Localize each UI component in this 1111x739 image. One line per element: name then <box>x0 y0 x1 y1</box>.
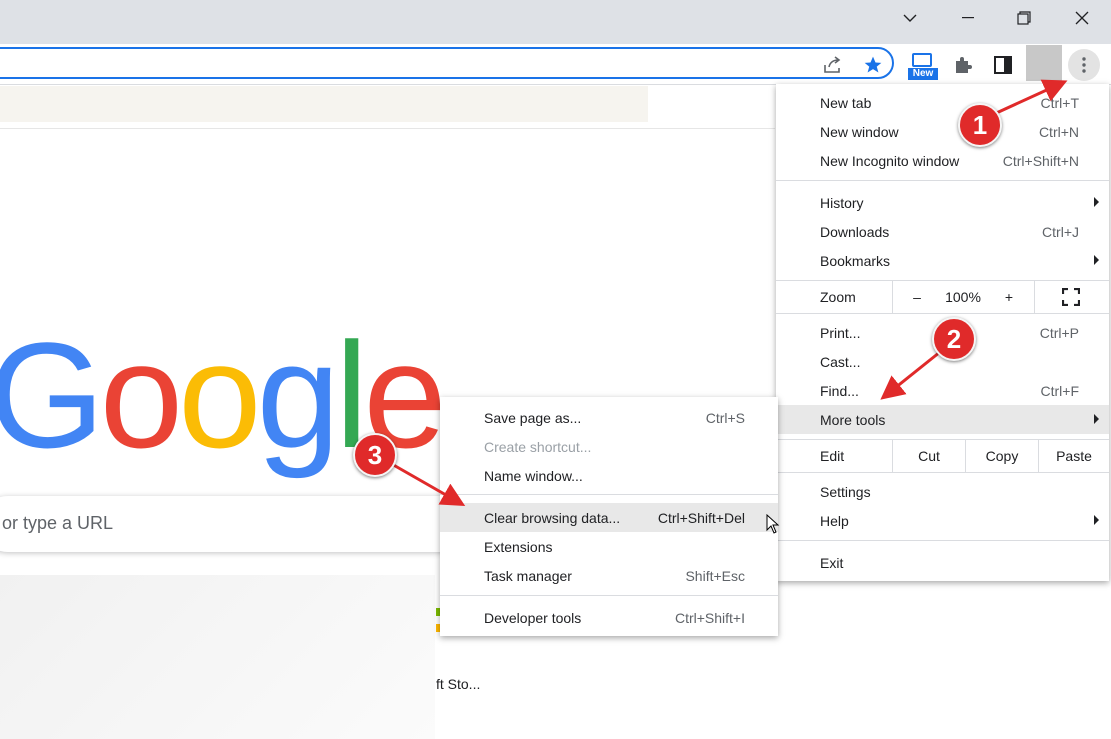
annotation-badge-1: 1 <box>958 103 1002 147</box>
annotation-badge-3: 3 <box>353 433 397 477</box>
annotation-arrows <box>389 79 1068 506</box>
annotation-badge-2: 2 <box>932 317 976 361</box>
